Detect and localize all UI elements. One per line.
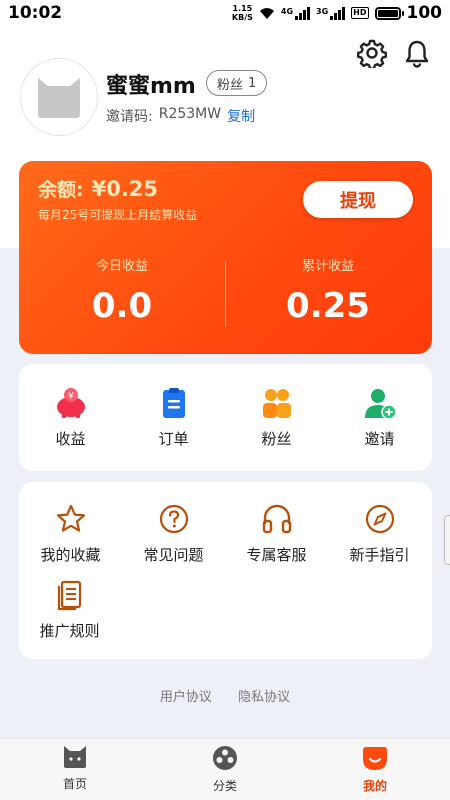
network-speed-unit: KB/S bbox=[231, 13, 253, 22]
service-favorites-label: 我的收藏 bbox=[40, 546, 101, 564]
total-earnings: 累计收益 0.25 bbox=[225, 255, 431, 326]
footer-links: 用户协议 隐私协议 bbox=[0, 686, 450, 705]
compass-icon bbox=[365, 504, 394, 534]
question-icon bbox=[159, 504, 188, 534]
username: 蜜蜜mm bbox=[106, 74, 196, 99]
bell-icon[interactable] bbox=[402, 38, 432, 68]
menu-orders[interactable]: 订单 bbox=[122, 386, 225, 449]
service-guide-label: 新手指引 bbox=[349, 546, 410, 564]
invite-code: R253MW bbox=[158, 106, 222, 122]
clipboard-icon bbox=[162, 388, 185, 418]
default-avatar-cat-icon bbox=[38, 78, 80, 118]
fans-label: 粉丝 bbox=[217, 77, 244, 93]
invite-user-icon bbox=[364, 389, 397, 420]
battery-percent: 100 bbox=[406, 3, 443, 23]
menu-fans-label: 粉丝 bbox=[261, 430, 292, 448]
wifi-icon bbox=[259, 7, 274, 19]
user-agreement-link[interactable]: 用户协议 bbox=[160, 690, 212, 705]
nav-mine[interactable]: 我的 bbox=[300, 745, 450, 794]
document-icon bbox=[57, 580, 81, 611]
signal-sim1-icon: 4G bbox=[280, 6, 311, 20]
nav-mine-label: 我的 bbox=[362, 779, 387, 793]
network-speed: 1.15 KB/S bbox=[232, 4, 253, 22]
gear-icon[interactable] bbox=[357, 38, 387, 68]
status-icons: 1.15 KB/S 4G 3G HD 100 bbox=[232, 3, 442, 23]
service-faq-label: 常见问题 bbox=[143, 546, 204, 564]
piggy-bank-icon: ¥ bbox=[56, 388, 85, 418]
balance-amount: ¥0.25 bbox=[91, 177, 159, 201]
invite-code-row: 邀请码: R253MW 复制 bbox=[106, 106, 255, 126]
network-speed-value: 1.15 bbox=[232, 4, 253, 13]
services-card: 我的收藏 常见问题 专属客服 新手指引 推广规则 bbox=[19, 482, 432, 659]
copy-invite-button[interactable]: 复制 bbox=[227, 106, 255, 126]
balance-label: 余额: bbox=[38, 179, 84, 201]
invite-label: 邀请码: bbox=[106, 109, 153, 125]
service-support[interactable]: 专属客服 bbox=[225, 502, 328, 565]
nav-home-label: 首页 bbox=[62, 777, 87, 791]
service-rules-label: 推广规则 bbox=[39, 622, 100, 640]
withdraw-button[interactable]: 提现 bbox=[303, 181, 413, 218]
status-bar: 10:02 1.15 KB/S 4G 3G HD 100 bbox=[0, 0, 450, 26]
balance-card: 余额: ¥0.25 每月25号可提现上月结算收益 提现 今日收益 0.0 累计收益… bbox=[19, 161, 432, 354]
today-earnings-value: 0.0 bbox=[91, 286, 153, 326]
quick-menu-card: ¥ 收益 订单 粉丝 邀请 bbox=[19, 364, 432, 471]
total-earnings-value: 0.25 bbox=[286, 286, 370, 326]
svg-text:¥: ¥ bbox=[68, 392, 74, 402]
menu-invite[interactable]: 邀请 bbox=[328, 386, 431, 449]
mine-icon bbox=[363, 747, 387, 770]
nav-category[interactable]: 分类 bbox=[150, 745, 300, 794]
edge-handle[interactable] bbox=[444, 515, 450, 565]
status-time: 10:02 bbox=[8, 3, 63, 23]
nav-home[interactable]: 首页 bbox=[0, 745, 150, 792]
privacy-policy-link[interactable]: 隐私协议 bbox=[238, 690, 290, 705]
signal-sim2-icon: 3G bbox=[316, 6, 346, 20]
headset-icon bbox=[262, 504, 291, 534]
fans-icon bbox=[262, 389, 291, 418]
total-earnings-label: 累计收益 bbox=[301, 259, 354, 274]
avatar[interactable] bbox=[20, 58, 98, 136]
category-icon bbox=[213, 746, 237, 770]
menu-orders-label: 订单 bbox=[158, 430, 189, 448]
service-favorites[interactable]: 我的收藏 bbox=[19, 502, 122, 565]
battery-icon bbox=[374, 6, 404, 20]
service-guide[interactable]: 新手指引 bbox=[328, 502, 431, 565]
menu-invite-label: 邀请 bbox=[364, 430, 395, 448]
balance-row: 余额: ¥0.25 bbox=[38, 175, 158, 202]
bottom-nav: 首页 分类 我的 bbox=[0, 738, 450, 800]
menu-earnings[interactable]: ¥ 收益 bbox=[19, 386, 122, 449]
star-icon bbox=[56, 504, 85, 532]
sim2-label: 3G bbox=[316, 6, 329, 16]
service-rules[interactable]: 推广规则 bbox=[19, 578, 120, 641]
home-cat-icon bbox=[64, 746, 86, 768]
fans-count: 1 bbox=[248, 75, 257, 91]
sim1-label: 4G bbox=[280, 6, 294, 16]
menu-earnings-label: 收益 bbox=[55, 430, 86, 448]
today-earnings: 今日收益 0.0 bbox=[19, 255, 225, 326]
service-faq[interactable]: 常见问题 bbox=[122, 502, 225, 565]
nav-category-label: 分类 bbox=[212, 779, 237, 793]
fans-badge[interactable]: 粉丝 1 bbox=[206, 70, 268, 96]
today-earnings-label: 今日收益 bbox=[95, 259, 148, 274]
menu-fans[interactable]: 粉丝 bbox=[225, 386, 328, 449]
hd-icon: HD bbox=[351, 7, 369, 19]
service-support-label: 专属客服 bbox=[246, 546, 307, 564]
withdraw-note: 每月25号可提现上月结算收益 bbox=[38, 208, 198, 222]
